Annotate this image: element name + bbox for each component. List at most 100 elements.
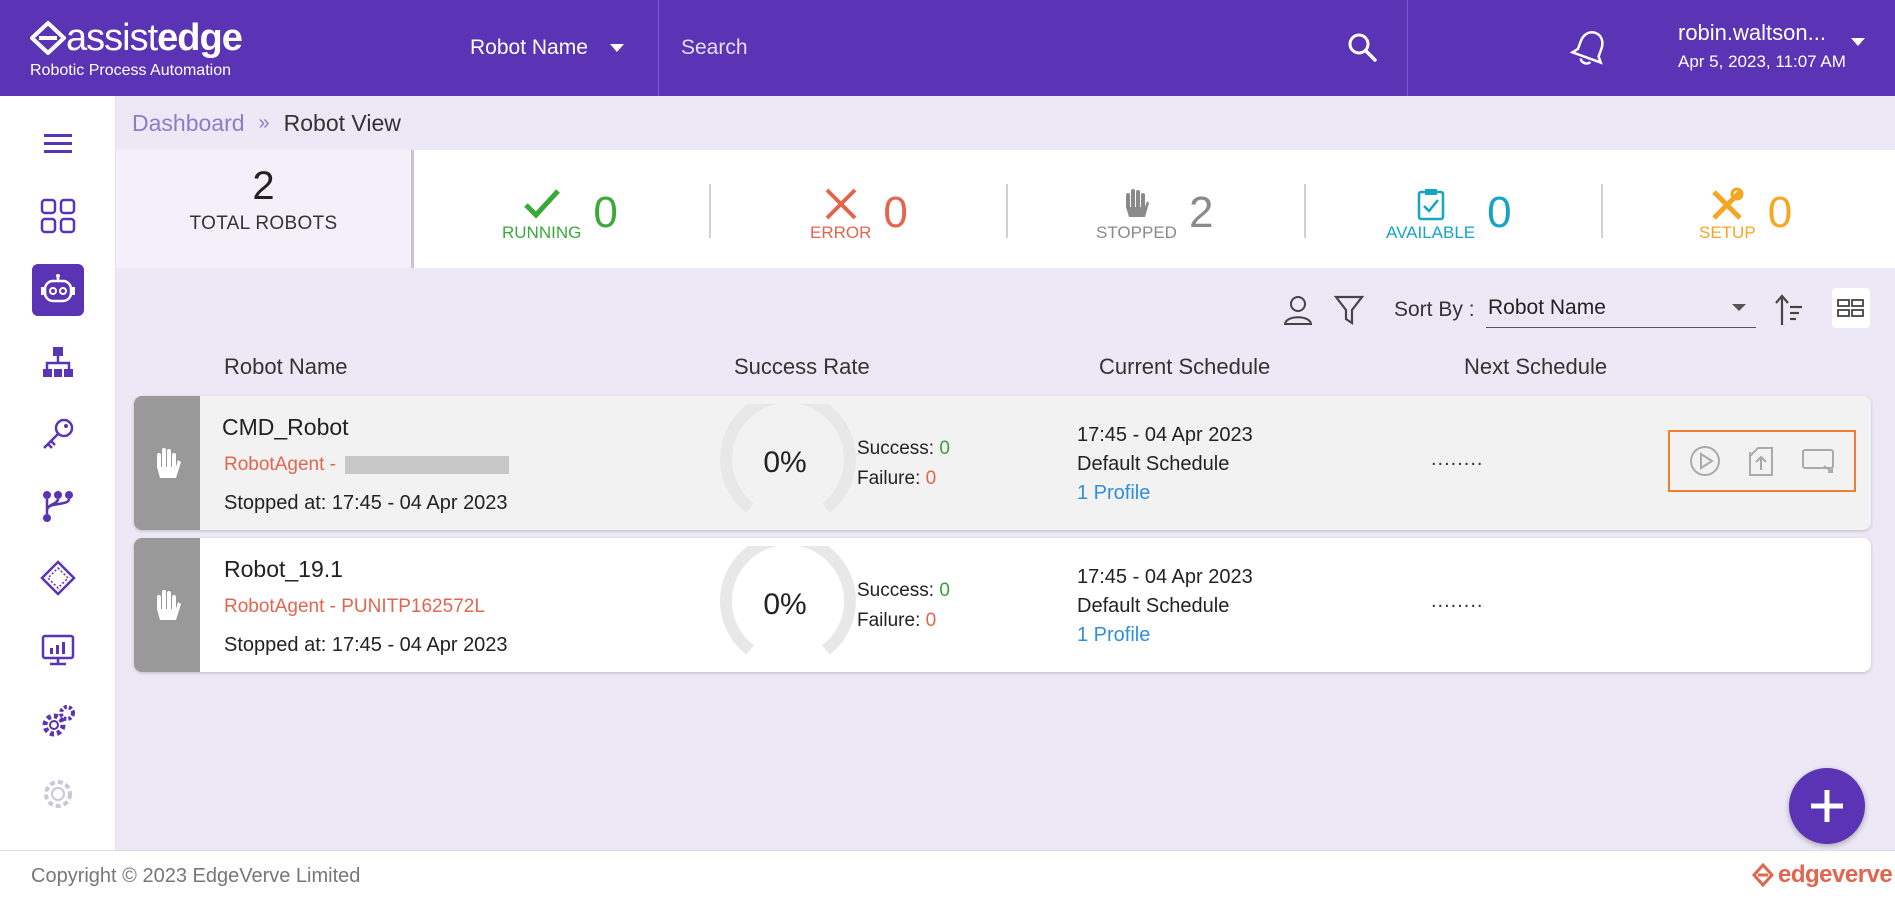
total-robots-label: TOTAL ROBOTS xyxy=(189,213,338,234)
search-icon[interactable] xyxy=(1347,32,1377,62)
settings-disabled-icon xyxy=(32,768,84,820)
filter-icon[interactable] xyxy=(1334,286,1364,334)
profile-link[interactable]: 1 Profile xyxy=(1077,624,1150,647)
brand-light-text: assist xyxy=(66,17,158,59)
status-running-count: 0 xyxy=(593,188,618,237)
sidebar-nav xyxy=(0,96,116,850)
clipboard-check-icon xyxy=(1417,189,1444,221)
redacted-agent-name xyxy=(345,455,510,474)
remote-screen-icon[interactable] xyxy=(1800,446,1836,476)
error-x-icon xyxy=(825,188,857,220)
failure-label: Failure: xyxy=(857,610,926,631)
status-running-label: RUNNING xyxy=(502,223,582,242)
status-available-label: AVAILABLE xyxy=(1386,223,1476,242)
main-content: Dashboard » Robot View 2 TOTAL ROBOTS RU… xyxy=(116,96,1895,850)
menu-icon[interactable] xyxy=(32,118,84,170)
robot-agent-name: PUNITP162572L xyxy=(341,596,485,617)
stopped-at: Stopped at: 17:45 - 04 Apr 2023 xyxy=(224,492,508,514)
robot-card[interactable]: Robot_19.1 RobotAgent - PUNITP162572L St… xyxy=(134,538,1871,672)
chevron-down-icon xyxy=(1732,304,1746,311)
plus-icon xyxy=(1811,790,1843,822)
assistedge-logo[interactable]: assist edge Robotic Process Automation xyxy=(30,17,243,80)
current-schedule-time: 17:45 - 04 Apr 2023 xyxy=(1077,566,1253,588)
top-header: assist edge Robotic Process Automation Ro… xyxy=(0,0,1895,96)
success-rate-percent: 0% xyxy=(763,588,807,621)
failure-count: Failure: 0 xyxy=(857,468,936,490)
breadcrumb: Dashboard » Robot View xyxy=(132,110,401,137)
workflow-icon[interactable] xyxy=(32,480,84,532)
failure-label: Failure: xyxy=(857,468,926,489)
total-robots-tile[interactable]: 2 TOTAL ROBOTS xyxy=(116,150,414,268)
robot-agent-prefix: RobotAgent - xyxy=(224,454,342,475)
copyright-text: Copyright © 2023 EdgeVerve Limited xyxy=(31,865,361,887)
column-header-next-schedule: Next Schedule xyxy=(1464,354,1608,379)
settings-gears-icon[interactable] xyxy=(32,696,84,748)
robot-card[interactable]: CMD_Robot RobotAgent - Stopped at: 17:45… xyxy=(134,396,1871,530)
robot-status-strip xyxy=(134,396,200,530)
sort-by-value: Robot Name xyxy=(1488,295,1606,319)
status-available-count: 0 xyxy=(1487,188,1512,237)
failure-count: Failure: 0 xyxy=(857,610,936,632)
hierarchy-icon[interactable] xyxy=(32,336,84,388)
robot-name[interactable]: Robot_19.1 xyxy=(224,556,343,583)
next-schedule: ........ xyxy=(1431,590,1484,612)
search-input[interactable]: Search xyxy=(658,0,1408,96)
success-label: Success: xyxy=(857,438,940,459)
robot-name[interactable]: CMD_Robot xyxy=(222,414,349,441)
assign-user-icon[interactable] xyxy=(1282,286,1314,334)
stop-hand-icon xyxy=(157,590,181,620)
breadcrumb-dashboard-link[interactable]: Dashboard xyxy=(132,110,245,137)
failure-value: 0 xyxy=(925,610,937,631)
profile-link[interactable]: 1 Profile xyxy=(1077,482,1150,505)
status-setup-tile[interactable]: SETUP 0 xyxy=(1699,150,1792,268)
status-error-label: ERROR xyxy=(810,223,872,242)
robot-search-type-label: Robot Name xyxy=(470,36,588,59)
card-view-toggle-icon[interactable] xyxy=(1832,288,1870,328)
current-schedule-name: Default Schedule xyxy=(1077,595,1230,617)
key-icon[interactable] xyxy=(32,408,84,460)
sort-by-label: Sort By : xyxy=(1394,286,1475,334)
divider xyxy=(709,184,711,238)
brand-tagline: Robotic Process Automation xyxy=(30,62,231,79)
dashboard-grid-icon[interactable] xyxy=(32,190,84,242)
chevron-down-icon[interactable] xyxy=(1851,38,1865,46)
success-value: 0 xyxy=(939,580,950,601)
success-count: Success: 0 xyxy=(857,580,950,602)
status-available-tile[interactable]: AVAILABLE 0 xyxy=(1386,150,1512,268)
status-stopped-tile[interactable]: STOPPED 2 xyxy=(1096,150,1213,268)
status-error-tile[interactable]: ERROR 0 xyxy=(810,150,908,268)
total-robots-count: 2 xyxy=(252,164,275,208)
status-running-tile[interactable]: RUNNING 0 xyxy=(502,150,618,268)
success-count: Success: 0 xyxy=(857,438,950,460)
failure-value: 0 xyxy=(925,468,937,489)
status-setup-label: SETUP xyxy=(1699,223,1756,242)
current-schedule-time: 17:45 - 04 Apr 2023 xyxy=(1077,424,1253,446)
column-header-success-rate: Success Rate xyxy=(734,354,870,379)
chip-icon[interactable] xyxy=(32,552,84,604)
column-header-robot-name: Robot Name xyxy=(224,354,348,379)
play-icon[interactable] xyxy=(1688,444,1722,478)
stop-hand-icon xyxy=(157,448,181,478)
user-name: robin.waltson... xyxy=(1678,20,1826,45)
user-profile-menu[interactable]: robin.waltson... Apr 5, 2023, 11:07 AM xyxy=(1678,20,1846,72)
list-toolbar: Sort By : Robot Name xyxy=(116,286,1895,336)
notification-bell-icon[interactable] xyxy=(1570,28,1610,68)
edgeverve-logo-icon xyxy=(1752,863,1774,887)
upload-file-icon[interactable] xyxy=(1746,444,1776,478)
robot-agent: RobotAgent - xyxy=(224,454,510,476)
sort-by-label-text: Sort By : xyxy=(1394,298,1475,321)
monitor-chart-icon[interactable] xyxy=(32,624,84,676)
current-schedule-name: Default Schedule xyxy=(1077,453,1230,475)
divider xyxy=(1304,184,1306,238)
checkmark-icon xyxy=(523,189,560,219)
sort-order-icon[interactable] xyxy=(1774,286,1804,334)
sort-by-dropdown[interactable]: Robot Name xyxy=(1486,288,1756,328)
success-rate-percent: 0% xyxy=(763,446,807,479)
robot-search-type-dropdown[interactable]: Robot Name xyxy=(470,0,624,96)
robot-icon[interactable] xyxy=(32,264,84,316)
status-setup-count: 0 xyxy=(1767,188,1793,237)
search-placeholder: Search xyxy=(681,36,748,59)
add-robot-button[interactable] xyxy=(1789,768,1865,844)
status-error-count: 0 xyxy=(883,188,908,237)
robot-status-strip xyxy=(134,538,200,672)
